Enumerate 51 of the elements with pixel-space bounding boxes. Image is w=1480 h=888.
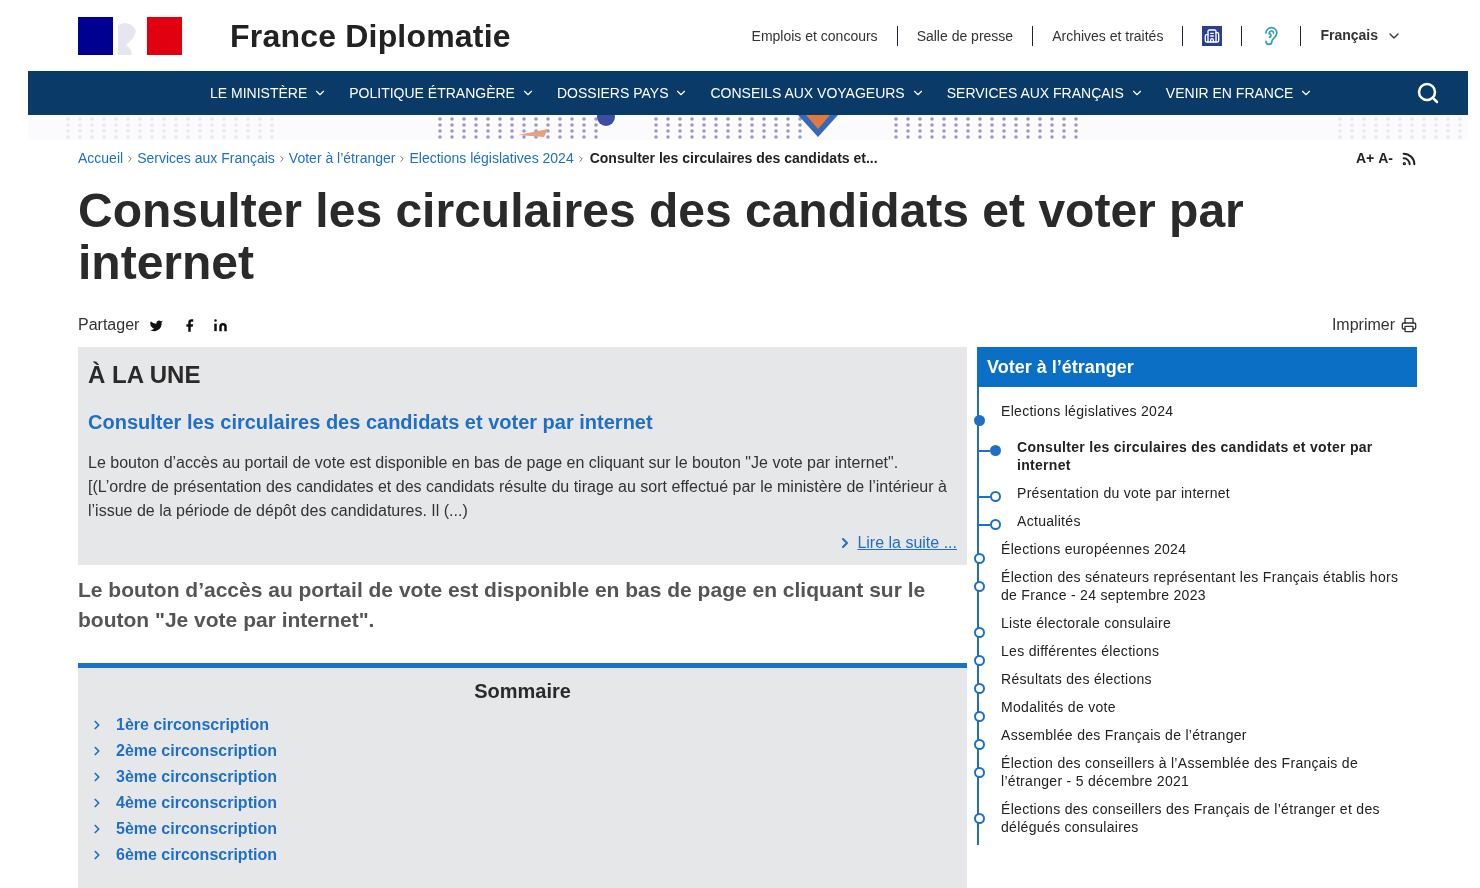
sidebar-link[interactable]: Élection des sénateurs représentant les Français établis hors de France - 24 septembre 2023 (1001, 568, 1409, 604)
sidebar-link[interactable]: Les différentes élections (1001, 642, 1160, 660)
site-title: France Diplomatie (230, 16, 511, 56)
sidebar-header: Voter à l’étranger (977, 347, 1417, 387)
font-size-button[interactable]: A+ (1355, 148, 1375, 169)
search-icon[interactable] (1416, 81, 1440, 105)
share-label: Partager (78, 315, 140, 335)
summary-title: Sommaire (473, 679, 572, 704)
lead-paragraph: Le bouton d’accès au portail de vote est disponible en bas de page en cliquant sur le bouton "Je vote par internet". (78, 577, 927, 633)
summary-link[interactable]: 4ème circonscription (90, 790, 955, 816)
header-link[interactable]: Salle de presse (897, 25, 1034, 46)
sidebar-link[interactable]: Élections européennes 2024 (1001, 540, 1187, 558)
sidebar-link[interactable]: Présentation du vote par internet (1017, 484, 1231, 502)
summary-link[interactable]: 6ème circonscription (90, 842, 955, 868)
header-link[interactable]: Archives et traités (1033, 25, 1184, 46)
nav-menu-item[interactable]: SERVICES AUX FRANÇAIS (946, 82, 1144, 104)
summary-link[interactable]: 1ère circonscription (90, 712, 955, 738)
sidebar-link[interactable]: Élection des conseillers à l’Assemblée des Français de l’étranger - 5 décembre 2021 (1001, 754, 1409, 790)
language-selector[interactable]: Français (1301, 25, 1402, 46)
breadcrumb-link[interactable]: Accueil (78, 148, 124, 169)
sidebar-link[interactable]: Actualités (1017, 512, 1081, 530)
print-button[interactable]: Imprimer (1331, 313, 1417, 337)
breadcrumb-link[interactable]: Services aux Français (137, 148, 275, 169)
breadcrumb-current: Consulter les circulaires des candidats et... (589, 149, 878, 168)
breadcrumb-link[interactable]: Elections législatives 2024 (409, 148, 574, 169)
sidebar-link[interactable]: Modalités de vote (1001, 698, 1116, 716)
featured-link[interactable]: Consulter les circulaires des candidats et voter par internet (88, 407, 957, 437)
header-link[interactable]: Emplois et concours (732, 25, 898, 46)
sidebar-link[interactable]: Assemblée des Français de l’étranger (1001, 726, 1247, 744)
sidebar-link[interactable]: Elections législatives 2024 (1001, 402, 1174, 420)
nav-menu-item[interactable]: LE MINISTÈRE (210, 82, 328, 104)
nav-menu-item[interactable]: POLITIQUE ÉTRANGÈRE (349, 82, 535, 104)
sidebar-link[interactable]: Consulter les circulaires des candidats et voter par internet (1017, 438, 1409, 474)
breadcrumb-link[interactable]: Voter à l’étranger (288, 148, 396, 169)
sidebar-link[interactable]: Liste électorale consulaire (1001, 614, 1171, 632)
section-heading: À LA UNE (88, 360, 202, 390)
sidebar-link[interactable]: Élections des conseillers des Français de l’étranger et des délégués consulaires (1001, 800, 1409, 836)
rss-icon[interactable] (1401, 150, 1417, 167)
page-title: Consulter les circulaires des candidats et voter par internet (78, 185, 1245, 289)
featured-text: Le bouton d’accès au portail de vote est disponible en bas de page en cliquant sur le bouton "Je vote par internet". [(L’ordre de présentation des candidates et des candidats résulte du tirage au sort effectué par le ministère de l’intérieur à l’issue de la période de dépôt des candidatures. Il (...) (88, 453, 948, 521)
printer-icon (1401, 317, 1417, 333)
sidebar-link[interactable]: Résultats des élections (1001, 670, 1152, 688)
linkedin-icon[interactable] (213, 317, 229, 333)
summary-link[interactable]: 2ème circonscription (90, 738, 955, 764)
nav-menu-item[interactable]: DOSSIERS PAYS (556, 82, 689, 104)
summary-link[interactable]: 5ème circonscription (90, 816, 955, 842)
summary-link[interactable]: 3ème circonscription (90, 764, 955, 790)
read-more-link[interactable]: Lire la suite ... (837, 531, 957, 555)
nav-menu-item[interactable]: VENIR EN FRANCE (1165, 82, 1314, 104)
font-size-button[interactable]: A- (1378, 148, 1393, 169)
nav-menu-item[interactable]: CONSEILS AUX VOYAGEURS (710, 82, 925, 104)
